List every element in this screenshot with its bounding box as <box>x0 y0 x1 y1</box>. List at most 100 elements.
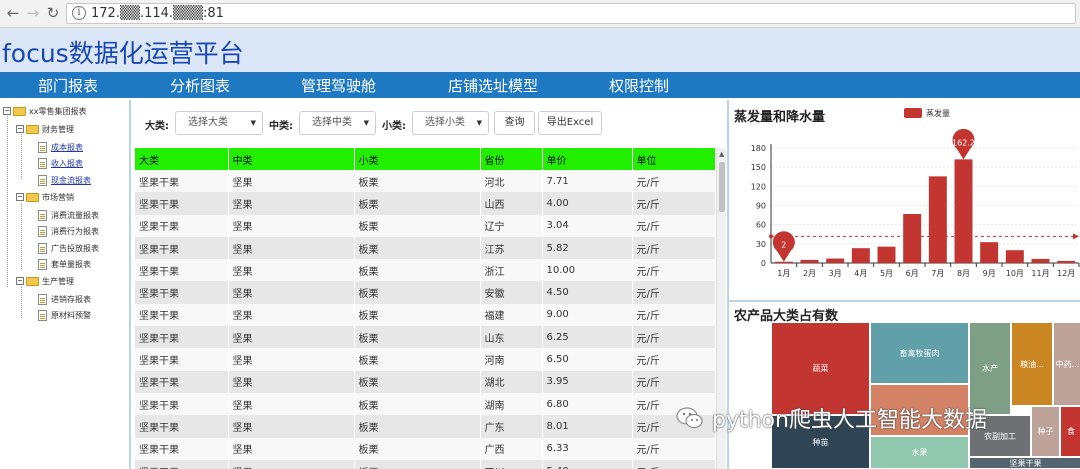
tree-group-finance[interactable]: − 财务管理 <box>16 121 74 137</box>
collapse-icon[interactable]: − <box>16 277 24 285</box>
arrow-left-icon[interactable]: ← <box>4 4 22 22</box>
tree-item-ad-report[interactable]: 广告投放报表 <box>38 240 99 256</box>
tree-item-traffic-report[interactable]: 消费流量报表 <box>38 207 99 223</box>
table-cell: 坚果干果 <box>135 326 229 349</box>
menu-item-analysis-chart[interactable]: 分析图表 <box>170 75 230 96</box>
table-cell: 湖北 <box>480 370 543 393</box>
table-cell: 坚果干果 <box>135 370 229 393</box>
table-row[interactable]: 坚果干果 坚果 板栗 福建 9.00 元/斤 <box>135 303 715 327</box>
table-row[interactable]: 坚果干果 坚果 板栗 浙江 10.00 元/斤 <box>135 259 715 282</box>
reload-icon[interactable]: ↻ <box>44 4 62 22</box>
column-header[interactable]: 省份 <box>480 148 543 170</box>
folder-open-icon <box>26 276 39 286</box>
table-cell: 湖南 <box>480 392 543 416</box>
dropdown-caret-icon: ▼ <box>363 119 369 127</box>
treemap-cell-fruit[interactable]: 水果 <box>870 436 969 469</box>
tree-root[interactable]: − xx零售集团报表 <box>3 103 86 119</box>
column-header[interactable]: 小类 <box>354 148 481 170</box>
menu-item-dept-report[interactable]: 部门报表 <box>38 75 98 96</box>
tree-item-cashflow-report[interactable]: 现金流报表 <box>38 172 91 188</box>
document-icon <box>38 258 47 270</box>
table-cell: 板栗 <box>354 236 481 260</box>
table-cell: 板栗 <box>354 370 481 393</box>
table-row[interactable]: 坚果干果 坚果 板栗 辽宁 3.04 元/斤 <box>135 214 715 237</box>
table-cell: 6.50 <box>542 348 633 371</box>
tree-group-marketing[interactable]: − 市场营销 <box>16 189 74 205</box>
table-row[interactable]: 坚果干果坚果板栗四川5.40元/斤 <box>135 459 715 469</box>
report-tree: − xx零售集团报表 − 财务管理 成本报表 收入报表 现金流报表 − 市场营销… <box>0 100 131 469</box>
table-row[interactable]: 坚果干果 坚果 板栗 山西 4.00 元/斤 <box>135 192 715 215</box>
x-tick-label: 8月 <box>957 269 970 278</box>
url-text[interactable]: 172.▒▒.114.▒▒▒:81 <box>91 6 224 21</box>
table-cell: 10.00 <box>542 259 633 282</box>
mid-category-select[interactable]: 选择中类 ▼ <box>299 111 376 135</box>
export-excel-button[interactable]: 导出Excel <box>538 111 602 135</box>
small-category-select[interactable]: 选择小类 ▼ <box>412 111 489 135</box>
table-cell: 坚果干果 <box>135 348 229 371</box>
table-cell: 元/斤 <box>632 459 715 469</box>
column-header[interactable]: 大类 <box>135 148 229 170</box>
menu-item-permissions[interactable]: 权限控制 <box>609 75 669 96</box>
table-cell: 坚果 <box>228 236 355 260</box>
table-cell: 板栗 <box>354 259 481 282</box>
table-row[interactable]: 坚果干果 坚果 板栗 安徽 4.50 元/斤 <box>135 281 715 304</box>
treemap-cell-livestock[interactable]: 畜禽牧蛋肉 <box>870 322 969 384</box>
table-row[interactable]: 坚果干果 坚果 板栗 河南 6.50 元/斤 <box>135 348 715 371</box>
table-cell: 坚果 <box>228 437 355 460</box>
tree-item-cost-report[interactable]: 成本报表 <box>38 139 83 155</box>
table-cell: 5.82 <box>542 236 633 260</box>
collapse-icon[interactable]: − <box>16 125 24 133</box>
table-row[interactable]: 坚果干果 坚果 板栗 湖南 6.80 元/斤 <box>135 392 715 416</box>
dropdown-caret-icon: ▼ <box>476 119 482 127</box>
collapse-icon[interactable]: − <box>16 193 24 201</box>
treemap-cell-nuts[interactable]: 坚果干果 <box>969 457 1080 469</box>
table-cell: 坚果 <box>228 348 355 371</box>
column-header[interactable]: 中类 <box>228 148 355 170</box>
table-cell: 元/斤 <box>632 326 715 349</box>
scroll-thumb[interactable] <box>719 162 725 212</box>
x-tick-label: 11月 <box>1031 269 1049 278</box>
column-header[interactable]: 单位 <box>632 148 715 170</box>
wechat-icon <box>676 407 703 428</box>
arrow-right-icon[interactable]: → <box>24 4 42 22</box>
column-header[interactable]: 单价 <box>542 148 633 170</box>
scroll-up-icon[interactable]: ▲ <box>719 150 724 158</box>
table-cell: 9.00 <box>542 303 633 327</box>
table-row[interactable]: 坚果干果 坚果 板栗 湖北 3.95 元/斤 <box>135 370 715 393</box>
tree-item-income-report[interactable]: 收入报表 <box>38 155 83 171</box>
table-cell: 坚果 <box>228 303 355 327</box>
table-row[interactable]: 坚果干果 坚果 板栗 山东 6.25 元/斤 <box>135 326 715 349</box>
table-cell: 元/斤 <box>632 437 715 460</box>
table-cell: 板栗 <box>354 437 481 460</box>
treemap-cell-seeds[interactable]: 种子 <box>1031 406 1060 457</box>
table-cell: 元/斤 <box>632 281 715 304</box>
browser-toolbar: ← → ↻ i 172.▒▒.114.▒▒▒:81 <box>0 0 1080 28</box>
tree-item-behavior-report[interactable]: 消费行为报表 <box>38 223 99 239</box>
x-tick-label: 4月 <box>854 269 867 278</box>
table-cell: 元/斤 <box>632 303 715 327</box>
table-cell: 山西 <box>480 192 543 215</box>
tree-item-material-alert[interactable]: 原材料预警 <box>38 307 91 323</box>
treemap-cell-grain-oil[interactable]: 粮油... <box>1011 322 1053 406</box>
menu-item-site-model[interactable]: 店铺选址模型 <box>448 75 538 96</box>
menu-item-dashboard[interactable]: 管理驾驶舱 <box>301 75 376 96</box>
table-cell: 坚果 <box>228 415 355 438</box>
table-row[interactable]: 坚果干果 坚果 板栗 广西 6.33 元/斤 <box>135 437 715 460</box>
tree-group-production[interactable]: − 生产管理 <box>16 273 74 289</box>
tree-item-inventory-report[interactable]: 进销存报表 <box>38 291 91 307</box>
address-bar[interactable]: i 172.▒▒.114.▒▒▒:81 <box>66 3 1076 24</box>
collapse-icon[interactable]: − <box>3 107 11 115</box>
query-button[interactable]: 查询 <box>494 111 535 135</box>
treemap-cell-food[interactable]: 食 <box>1060 406 1080 457</box>
table-row[interactable]: 坚果干果 坚果 板栗 江苏 5.82 元/斤 <box>135 236 715 260</box>
treemap-cell-herbs[interactable]: 中药... <box>1053 322 1080 406</box>
table-cell: 安徽 <box>480 281 543 304</box>
big-category-select[interactable]: 选择大类 ▼ <box>175 111 263 135</box>
table-cell: 坚果 <box>228 281 355 304</box>
info-icon[interactable]: i <box>72 6 86 20</box>
table-row[interactable]: 坚果干果 坚果 板栗 河北 7.71 元/斤 <box>135 170 715 193</box>
app-title: focus数据化运营平台 <box>2 39 244 68</box>
document-icon <box>38 309 47 321</box>
table-row[interactable]: 坚果干果 坚果 板栗 广东 8.01 元/斤 <box>135 415 715 438</box>
tree-item-order-report[interactable]: 套单量报表 <box>38 256 91 272</box>
